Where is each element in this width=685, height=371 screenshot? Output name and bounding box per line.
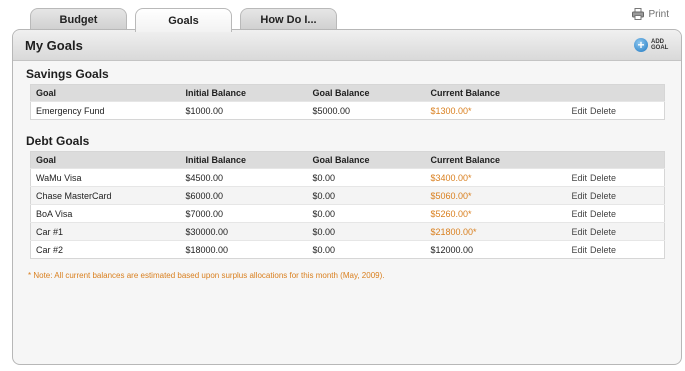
current-balance: $1300.00*	[425, 101, 567, 120]
row-actions: Edit Delete	[566, 204, 665, 223]
goal-balance: $5000.00	[307, 101, 426, 120]
goal-balance: $0.00	[307, 186, 426, 205]
initial-balance: $18000.00	[180, 240, 308, 259]
goal-name: Emergency Fund	[30, 101, 181, 120]
goal-name: Car #1	[30, 222, 181, 241]
delete-link[interactable]: Delete	[590, 191, 616, 201]
column-header-actions	[566, 84, 665, 102]
table-header-row: Goal Initial Balance Goal Balance Curren…	[30, 151, 665, 169]
goal-name: BoA Visa	[30, 204, 181, 223]
current-balance: $12000.00	[425, 240, 567, 259]
column-header: Goal	[30, 151, 181, 169]
edit-link[interactable]: Edit	[572, 245, 588, 255]
delete-link[interactable]: Delete	[590, 245, 616, 255]
add-goal-label: ADD GOAL	[651, 39, 669, 51]
column-header: Initial Balance	[180, 151, 308, 169]
table-row: WaMu Visa $4500.00 $0.00 $3400.00* Edit D…	[30, 168, 665, 187]
table-row: Chase MasterCard $6000.00 $0.00 $5060.00…	[30, 186, 665, 205]
current-balance: $3400.00*	[425, 168, 567, 187]
panel-header: My Goals + ADD GOAL	[13, 30, 681, 61]
row-actions: Edit Delete	[566, 168, 665, 187]
page-title: My Goals	[25, 37, 83, 53]
delete-link[interactable]: Delete	[590, 227, 616, 237]
edit-link[interactable]: Edit	[572, 191, 588, 201]
savings-goals-title: Savings Goals	[26, 67, 109, 81]
table-header-row: Goal Initial Balance Goal Balance Curren…	[30, 84, 665, 102]
tab-bar: Budget Goals How Do I...	[30, 8, 337, 32]
tab-budget[interactable]: Budget	[30, 8, 127, 30]
initial-balance: $4500.00	[180, 168, 308, 187]
column-header-actions	[566, 151, 665, 169]
savings-goals-table: Goal Initial Balance Goal Balance Curren…	[30, 84, 665, 120]
goal-name: Car #2	[30, 240, 181, 259]
goal-balance: $0.00	[307, 240, 426, 259]
delete-link[interactable]: Delete	[590, 209, 616, 219]
delete-link[interactable]: Delete	[590, 106, 616, 116]
plus-circle-icon: +	[634, 38, 648, 52]
initial-balance: $6000.00	[180, 186, 308, 205]
edit-link[interactable]: Edit	[572, 173, 588, 183]
delete-link[interactable]: Delete	[590, 173, 616, 183]
table-row: Car #2 $18000.00 $0.00 $12000.00 Edit Del…	[30, 240, 665, 259]
add-goal-button[interactable]: + ADD GOAL	[634, 38, 671, 52]
goal-balance: $0.00	[307, 204, 426, 223]
goal-name: Chase MasterCard	[30, 186, 181, 205]
initial-balance: $1000.00	[180, 101, 308, 120]
row-actions: Edit Delete	[566, 101, 665, 120]
print-label: Print	[648, 8, 669, 20]
edit-link[interactable]: Edit	[572, 106, 588, 116]
goal-balance: $0.00	[307, 222, 426, 241]
table-row: Emergency Fund $1000.00 $5000.00 $1300.0…	[30, 101, 665, 120]
column-header: Initial Balance	[180, 84, 308, 102]
goals-panel: My Goals + ADD GOAL Savings Goals Goal I…	[12, 29, 682, 365]
edit-link[interactable]: Edit	[572, 227, 588, 237]
row-actions: Edit Delete	[566, 186, 665, 205]
goal-balance: $0.00	[307, 168, 426, 187]
column-header: Goal Balance	[307, 84, 426, 102]
goal-name: WaMu Visa	[30, 168, 181, 187]
debt-goals-table: Goal Initial Balance Goal Balance Curren…	[30, 151, 665, 259]
current-balance: $5260.00*	[425, 204, 567, 223]
edit-link[interactable]: Edit	[572, 209, 588, 219]
tab-how-do-i[interactable]: How Do I...	[240, 8, 337, 30]
debt-goals-title: Debt Goals	[26, 134, 90, 148]
initial-balance: $30000.00	[180, 222, 308, 241]
estimate-note: * Note: All current balances are estimat…	[28, 271, 385, 280]
table-row: BoA Visa $7000.00 $0.00 $5260.00* Edit De…	[30, 204, 665, 223]
column-header: Goal Balance	[307, 151, 426, 169]
tab-goals[interactable]: Goals	[135, 8, 232, 32]
row-actions: Edit Delete	[566, 222, 665, 241]
column-header: Current Balance	[425, 84, 567, 102]
print-button[interactable]: Print	[632, 8, 669, 20]
column-header: Goal	[30, 84, 181, 102]
initial-balance: $7000.00	[180, 204, 308, 223]
column-header: Current Balance	[425, 151, 567, 169]
row-actions: Edit Delete	[566, 240, 665, 259]
table-row: Car #1 $30000.00 $0.00 $21800.00* Edit De…	[30, 222, 665, 241]
printer-icon	[632, 8, 645, 20]
current-balance: $5060.00*	[425, 186, 567, 205]
current-balance: $21800.00*	[425, 222, 567, 241]
